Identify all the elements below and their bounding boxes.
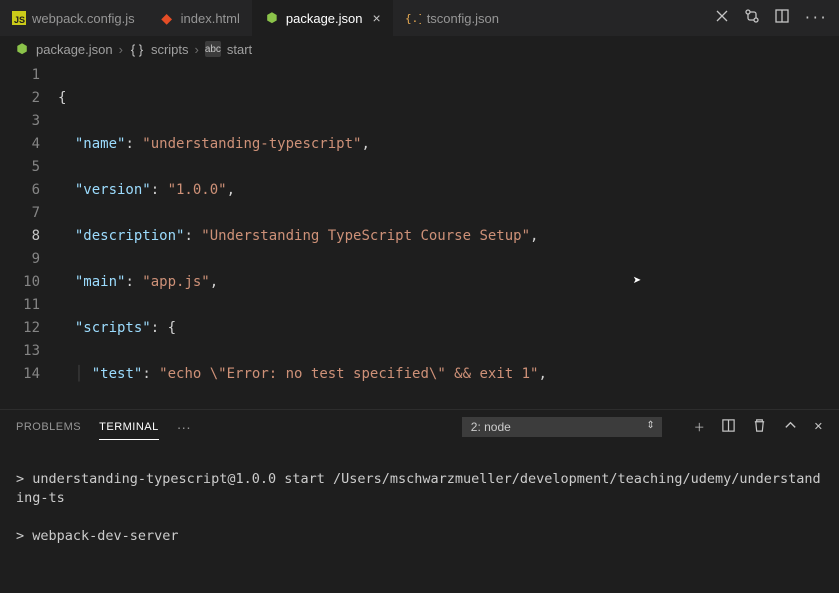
- js-file-icon: JS: [12, 11, 26, 25]
- close-icon[interactable]: ×: [373, 10, 381, 26]
- git-compare-icon[interactable]: [744, 8, 760, 28]
- editor-actions: ···: [702, 8, 839, 28]
- npm-file-icon: ⬢: [14, 41, 30, 57]
- panel-actions: ＋ ✕: [694, 418, 823, 436]
- trash-icon[interactable]: [752, 418, 767, 436]
- tab-webpack-config[interactable]: JS webpack.config.js: [0, 0, 147, 36]
- panel-tab-terminal[interactable]: TERMINAL: [99, 421, 159, 440]
- new-terminal-icon[interactable]: ＋: [694, 419, 705, 435]
- breadcrumb-file[interactable]: package.json: [36, 42, 113, 57]
- terminal-line: > understanding-typescript@1.0.0 start /…: [16, 470, 823, 508]
- task-selector-value: 2: node: [471, 420, 511, 434]
- compare-icon[interactable]: [714, 8, 730, 28]
- svg-text:{.}: {.}: [405, 12, 421, 25]
- tab-label: webpack.config.js: [32, 11, 135, 26]
- editor-tabbar: JS webpack.config.js ◆ index.html ⬢ pack…: [0, 0, 839, 36]
- ts-config-icon: {.}: [405, 10, 421, 26]
- more-icon[interactable]: ···: [804, 11, 827, 26]
- tab-index-html[interactable]: ◆ index.html: [147, 0, 252, 36]
- tab-tsconfig[interactable]: {.} tsconfig.json: [393, 0, 511, 36]
- panel-tabbar: PROBLEMS TERMINAL ··· 2: node ⇕ ＋ ✕: [0, 409, 839, 443]
- code-area[interactable]: { "name": "understanding-typescript", "v…: [58, 64, 839, 409]
- breadcrumb-segment[interactable]: scripts: [151, 42, 189, 57]
- chevron-up-icon[interactable]: [783, 418, 798, 436]
- tab-label: tsconfig.json: [427, 11, 499, 26]
- npm-file-icon: ⬢: [264, 10, 280, 26]
- terminal-task-selector[interactable]: 2: node ⇕: [462, 417, 662, 437]
- string-icon: abc: [205, 41, 221, 57]
- terminal-line: > webpack-dev-server: [16, 527, 823, 546]
- split-editor-icon[interactable]: [774, 8, 790, 28]
- tab-label: index.html: [181, 11, 240, 26]
- braces-icon: { }: [129, 41, 145, 57]
- panel-tab-problems[interactable]: PROBLEMS: [16, 421, 81, 433]
- close-panel-icon[interactable]: ✕: [814, 420, 823, 433]
- chevron-right-icon: ›: [195, 42, 199, 57]
- more-icon[interactable]: ···: [177, 419, 191, 435]
- split-terminal-icon[interactable]: [721, 418, 736, 436]
- terminal-line: [16, 565, 823, 584]
- line-number-gutter: 1 2 3 4 5 6 7 8 9 10 11 12 13 14: [0, 64, 58, 409]
- tab-label: package.json: [286, 11, 363, 26]
- code-editor[interactable]: 1 2 3 4 5 6 7 8 9 10 11 12 13 14 { "name…: [0, 62, 839, 409]
- tab-package-json[interactable]: ⬢ package.json ×: [252, 0, 393, 36]
- chevron-right-icon: ›: [119, 42, 123, 57]
- terminal-output[interactable]: > understanding-typescript@1.0.0 start /…: [0, 443, 839, 593]
- breadcrumb-segment[interactable]: start: [227, 42, 252, 57]
- html-file-icon: ◆: [159, 10, 175, 26]
- breadcrumb[interactable]: ⬢ package.json › { } scripts › abc start: [0, 36, 839, 62]
- chevron-updown-icon: ⇕: [646, 420, 654, 431]
